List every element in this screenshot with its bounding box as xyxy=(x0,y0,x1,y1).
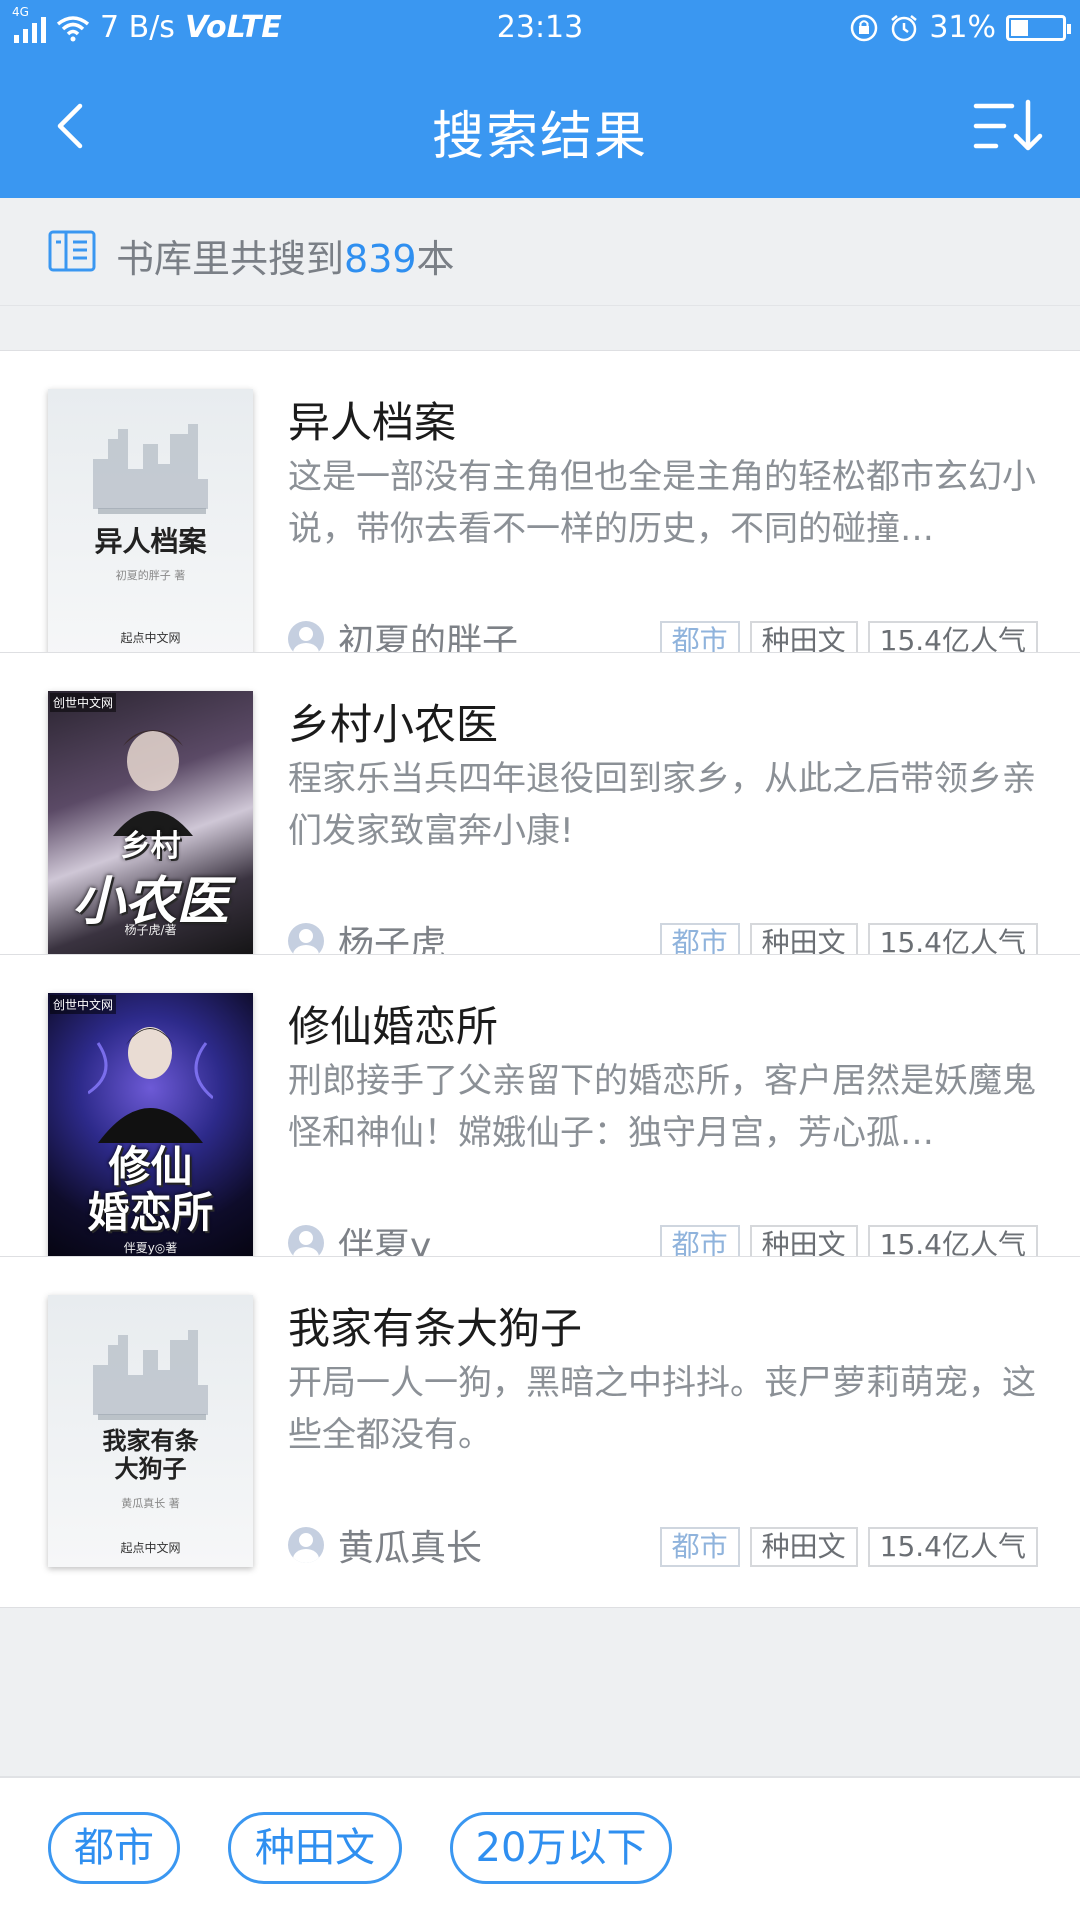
book-card[interactable]: 创世中文网 乡村 小农医 杨子虎/著 乡村小农医 程家乐当兵四年退役回到家乡，从… xyxy=(0,652,1080,1004)
result-suffix: 本 xyxy=(416,237,455,281)
open-book-icon xyxy=(48,230,96,272)
battery-percent: 31% xyxy=(929,10,996,45)
book-description: 开局一人一狗，黑暗之中抖抖。丧尸萝莉萌宠，这些全都没有。 xyxy=(288,1363,1036,1455)
book-cover[interactable]: 异人档案 初夏的胖子 著 起点中文网 xyxy=(48,389,253,661)
cover-publisher: 起点中文网 xyxy=(120,631,181,645)
status-bar: 4G 7 B/s VoLTE 23:13 31% xyxy=(0,0,1080,58)
filter-chip-wordcount[interactable]: 20万以下 xyxy=(450,1812,672,1884)
top-bar: 4G 7 B/s VoLTE 23:13 31% 搜索结果 xyxy=(0,0,1080,198)
cover-art xyxy=(113,730,193,836)
book-card[interactable]: 创世中文网 修仙 婚恋所 伴夏y◎著 修仙婚恋所 刑郎接手了父亲留下的婚恋所，客… xyxy=(0,954,1080,1306)
book-author: 黄瓜真长 xyxy=(288,1519,482,1571)
sort-descending-icon[interactable] xyxy=(972,96,1044,156)
search-summary: 书库里共搜到839本 xyxy=(0,198,1080,306)
result-prefix: 书库里共搜到 xyxy=(116,237,345,281)
tag-genre[interactable]: 都市 xyxy=(659,1527,740,1567)
status-right: 31% xyxy=(849,10,1071,45)
cover-badge: 创世中文网 xyxy=(50,693,117,712)
book-card[interactable]: 我家有条 大狗子 黄瓜真长 著 起点中文网 我家有条大狗子 开局一人一狗，黑暗之… xyxy=(0,1256,1080,1608)
book-description: 刑郎接手了父亲留下的婚恋所，客户居然是妖魔鬼怪和神仙！嫦娥仙子：独守月宫，芳心孤… xyxy=(288,1061,1036,1153)
cover-publisher: 起点中文网 xyxy=(120,1541,181,1555)
battery-icon xyxy=(1006,14,1071,41)
book-title[interactable]: 我家有条大狗子 xyxy=(288,1295,582,1356)
cover-art xyxy=(93,424,208,514)
cover-art xyxy=(93,1330,208,1420)
nav-bar: 搜索结果 xyxy=(0,58,1080,198)
author-name: 黄瓜真长 xyxy=(338,1528,483,1569)
cover-title-line2: 大狗子 xyxy=(114,1454,187,1483)
cover-art xyxy=(88,1027,213,1143)
filter-chip-subgenre[interactable]: 种田文 xyxy=(228,1812,402,1884)
cover-author: 初夏的胖子 著 xyxy=(115,569,186,582)
cover-title-main: 婚恋所 xyxy=(87,1188,214,1237)
book-title[interactable]: 异人档案 xyxy=(288,389,456,450)
cover-author: 黄瓜真长 著 xyxy=(121,1497,180,1510)
book-title[interactable]: 乡村小农医 xyxy=(288,691,498,752)
cover-title: 异人档案 xyxy=(94,525,207,558)
cover-badge: 创世中文网 xyxy=(50,995,117,1014)
book-description: 这是一部没有主角但也全是主角的轻松都市玄幻小说，带你去看不一样的历史，不同的碰撞… xyxy=(288,457,1036,549)
book-tags: 都市 种田文 15.4亿人气 xyxy=(659,1527,1038,1567)
cover-title-line1: 我家有条 xyxy=(102,1426,199,1455)
author-avatar-icon xyxy=(288,1527,324,1563)
rotation-lock-icon xyxy=(851,14,878,41)
book-card[interactable]: 异人档案 初夏的胖子 著 起点中文网 异人档案 这是一部没有主角但也全是主角的轻… xyxy=(0,350,1080,702)
filter-bar: 都市 种田文 20万以下 xyxy=(0,1776,1080,1920)
tag-popularity: 15.4亿人气 xyxy=(867,1527,1038,1567)
cover-author: 伴夏y◎著 xyxy=(123,1241,178,1255)
book-cover[interactable]: 创世中文网 乡村 小农医 杨子虎/著 xyxy=(48,691,253,963)
alarm-icon xyxy=(891,14,918,41)
result-count: 839 xyxy=(344,237,417,281)
result-count-text: 书库里共搜到839本 xyxy=(116,228,455,283)
cover-author: 杨子虎/著 xyxy=(124,923,177,937)
book-cover[interactable]: 创世中文网 修仙 婚恋所 伴夏y◎著 xyxy=(48,993,253,1265)
tag-subgenre[interactable]: 种田文 xyxy=(749,1527,858,1567)
filter-chip-genre[interactable]: 都市 xyxy=(48,1812,180,1884)
battery-fill xyxy=(1011,19,1028,36)
book-title[interactable]: 修仙婚恋所 xyxy=(288,993,498,1054)
book-cover[interactable]: 我家有条 大狗子 黄瓜真长 著 起点中文网 xyxy=(48,1295,253,1567)
book-description: 程家乐当兵四年退役回到家乡，从此之后带领乡亲们发家致富奔小康! xyxy=(288,759,1036,851)
page-title: 搜索结果 xyxy=(431,107,648,167)
